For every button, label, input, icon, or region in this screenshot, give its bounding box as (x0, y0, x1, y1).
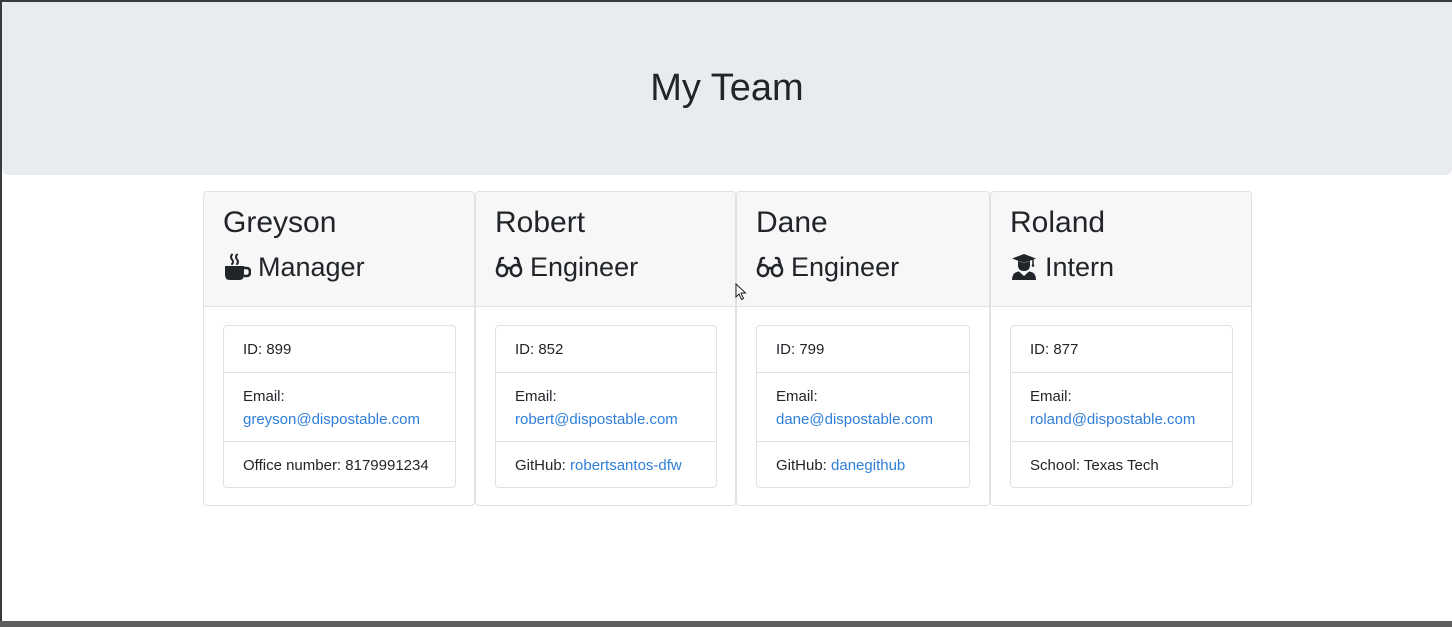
office-number-text: Office number: 8179991234 (243, 457, 429, 474)
card-header: Greyson Manager (204, 192, 474, 307)
glasses-icon (495, 253, 523, 281)
employee-name: Greyson (223, 206, 337, 239)
email-link[interactable]: dane@dispostable.com (776, 411, 933, 428)
page-header: My Team (2, 2, 1452, 175)
card-header: Roland Intern (991, 192, 1251, 307)
school-text: School: Texas Tech (1030, 457, 1159, 474)
employee-details: ID: 852 Email: robert@dispostable.com Gi… (495, 325, 717, 488)
employee-role: Intern (1010, 249, 1114, 285)
employee-email-item: Email: robert@dispostable.com (496, 372, 716, 441)
employee-role: Engineer (756, 249, 899, 285)
github-link[interactable]: danegithub (831, 457, 905, 474)
employee-email-item: Email: greyson@dispostable.com (224, 372, 455, 441)
employee-card-robert: Robert Engineer ID: 852 Email: robert@di… (475, 191, 736, 506)
github-label: GitHub: (515, 457, 571, 474)
employee-id: ID: 877 (1030, 341, 1079, 358)
github-link[interactable]: robertsantos-dfw (570, 457, 682, 474)
employee-card-dane: Dane Engineer ID: 799 Email: dane@dispos… (736, 191, 990, 506)
employee-role-label: Intern (1045, 252, 1115, 282)
employee-details: ID: 799 Email: dane@dispostable.com GitH… (756, 325, 970, 488)
card-header: Dane Engineer (737, 192, 989, 307)
employee-role-label: Engineer (530, 252, 639, 282)
email-link[interactable]: robert@dispostable.com (515, 411, 678, 428)
email-label: Email: (1030, 388, 1072, 405)
employee-card-greyson: Greyson Manager ID: 899 Email: greyson@d… (203, 191, 475, 506)
mouse-cursor-icon (735, 282, 747, 301)
employee-name: Roland (1010, 206, 1106, 239)
employee-id: ID: 799 (776, 341, 825, 358)
window-frame-bottom (0, 621, 1452, 627)
email-label: Email: (243, 388, 285, 405)
employee-details: ID: 877 Email: roland@dispostable.com Sc… (1010, 325, 1233, 488)
card-header: Robert Engineer (476, 192, 735, 307)
email-link[interactable]: roland@dispostable.com (1030, 411, 1195, 428)
github-item: GitHub: robertsantos-dfw (496, 441, 716, 487)
employee-details: ID: 899 Email: greyson@dispostable.com O… (223, 325, 456, 488)
employee-email-item: Email: roland@dispostable.com (1011, 372, 1232, 441)
employee-role: Manager (223, 249, 365, 285)
glasses-icon (756, 253, 784, 281)
email-link[interactable]: greyson@dispostable.com (243, 411, 420, 428)
github-item: GitHub: danegithub (757, 441, 969, 487)
office-number: Office number: 8179991234 (224, 441, 455, 487)
graduate-icon (1010, 253, 1038, 281)
employee-card-roland: Roland Intern ID: 877 Email: roland@disp… (990, 191, 1252, 506)
page-title: My Team (650, 67, 804, 109)
employee-id: ID: 899 (243, 341, 292, 358)
employee-name: Dane (756, 206, 828, 239)
employee-role-label: Manager (258, 252, 365, 282)
employee-role: Engineer (495, 249, 638, 285)
github-label: GitHub: (776, 457, 832, 474)
employee-id: ID: 852 (515, 341, 564, 358)
school-item: School: Texas Tech (1011, 441, 1232, 487)
employee-role-label: Engineer (791, 252, 900, 282)
email-label: Email: (776, 388, 818, 405)
employee-name: Robert (495, 206, 586, 239)
coffee-icon (223, 253, 251, 281)
email-label: Email: (515, 388, 557, 405)
employee-email-item: Email: dane@dispostable.com (757, 372, 969, 441)
